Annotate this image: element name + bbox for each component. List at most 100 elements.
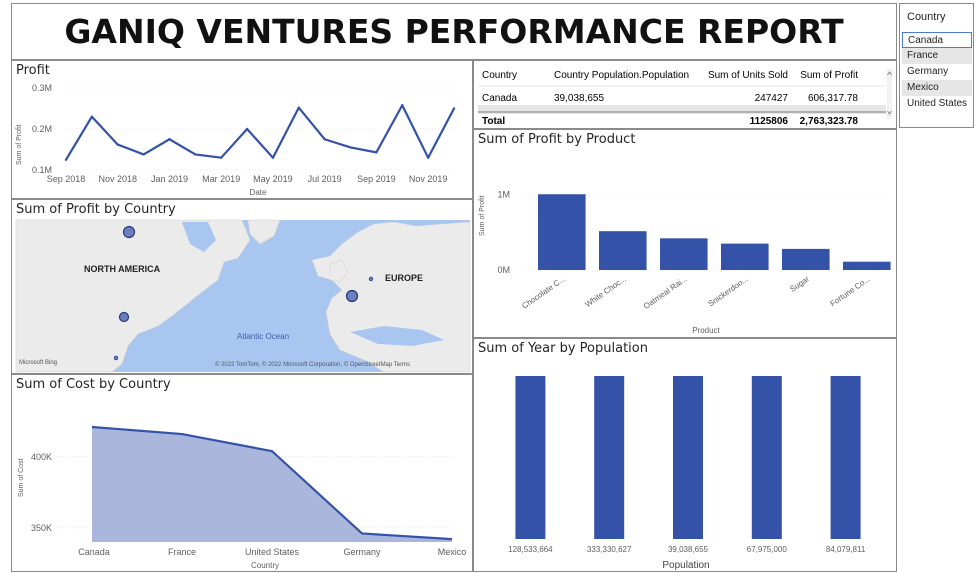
y-tick-label: 350K xyxy=(31,523,52,533)
profit-bubble-united-states[interactable] xyxy=(118,311,130,323)
x-tick-label: Sep 2019 xyxy=(357,174,396,184)
report-title: GANIQ VENTURES PERFORMANCE REPORT xyxy=(64,12,844,51)
product-bar xyxy=(782,248,830,270)
data-point xyxy=(116,143,119,146)
y-tick-label: 1M xyxy=(497,190,510,200)
profit-bubble-germany[interactable] xyxy=(368,276,374,282)
table-total-cell: 1125806 xyxy=(750,116,789,127)
slicer-option[interactable]: Mexico xyxy=(902,80,972,96)
population-bar xyxy=(515,376,546,539)
cost-panel: Sum of Cost by Country Sum of Cost Count… xyxy=(11,374,473,572)
x-tick-label: United States xyxy=(245,547,300,557)
x-tick-label: Jul 2019 xyxy=(308,174,342,184)
y-tick-label: 400K xyxy=(31,452,52,462)
profit-bubble-france[interactable] xyxy=(345,289,359,303)
x-tick-label: Jan 2019 xyxy=(151,174,188,184)
x-tick-label: Canada xyxy=(78,547,110,557)
slicer-list[interactable]: Canada France Germany Mexico United Stat… xyxy=(902,32,972,112)
slicer-option[interactable]: Germany xyxy=(902,64,972,80)
slicer-option[interactable]: France xyxy=(902,48,972,64)
data-point xyxy=(349,146,352,149)
data-point xyxy=(142,153,145,156)
y-tick-label: 0.2M xyxy=(32,124,52,134)
map-panel: Sum of Profit by Country NORTH AMERICA E… xyxy=(11,199,473,374)
x-tick-label: May 2019 xyxy=(253,174,293,184)
table-total-label: Total xyxy=(482,116,505,127)
y-axis-title: Sum of Profit xyxy=(16,124,23,165)
slicer-title: Country xyxy=(907,11,946,23)
column-header[interactable]: Country Population.Population xyxy=(554,70,689,81)
x-axis-title: Date xyxy=(250,188,267,197)
country-slicer[interactable]: Country Canada France Germany Mexico Uni… xyxy=(899,3,974,128)
x-tick-label: White Choc... xyxy=(583,274,627,309)
map-label-ocean: Atlantic Ocean xyxy=(237,332,289,341)
data-point xyxy=(401,104,404,107)
product-bar xyxy=(721,243,769,270)
country-table: Country Country Population.Population Su… xyxy=(478,69,892,127)
x-tick-label: Nov 2018 xyxy=(98,174,137,184)
x-tick-label: Sugar xyxy=(788,274,811,294)
table-cell: Canada xyxy=(482,93,517,104)
year-by-population-chart: Population 128,533,664 333,330,627 39,038,… xyxy=(508,376,866,571)
x-tick-label: Mexico xyxy=(438,547,467,557)
product-bar xyxy=(660,238,708,270)
data-point xyxy=(220,156,223,159)
x-tick-label: 128,533,664 xyxy=(508,545,553,554)
table-total-cell: 2,763,323.78 xyxy=(800,116,859,127)
population-bar xyxy=(751,376,782,539)
profit-bubble-canada[interactable] xyxy=(122,225,136,239)
slicer-option[interactable]: Canada xyxy=(902,32,972,48)
data-point xyxy=(271,156,275,159)
table-cell: 606,317.78 xyxy=(808,93,858,104)
table-cell: 39,038,655 xyxy=(554,93,604,104)
y-axis-title: Sum of Cost xyxy=(18,458,25,497)
x-tick-label: Fortune Co... xyxy=(829,274,872,308)
x-tick-label: Germany xyxy=(343,547,381,557)
product-bar xyxy=(599,231,647,270)
product-bar xyxy=(538,194,586,270)
map-attribution: © 2022 TomTom, © 2022 Microsoft Corporat… xyxy=(215,361,410,368)
data-point xyxy=(297,106,300,109)
data-point xyxy=(64,158,68,161)
population-panel: Sum of Year by Population Population 128… xyxy=(473,338,897,572)
x-tick-label: 67,975,000 xyxy=(747,545,788,554)
population-bar xyxy=(673,376,703,539)
profit-line-chart: Sum of Profit Date 0.1M0.2M0.3MSep 2018 N… xyxy=(16,83,456,197)
x-axis-title: Population xyxy=(662,560,709,571)
x-tick-label: 84,079,811 xyxy=(826,545,866,554)
table-row-bg xyxy=(478,105,886,114)
map-label-europe: EUROPE xyxy=(385,273,423,283)
data-point xyxy=(168,138,171,141)
x-tick-label: Chocolate C... xyxy=(520,274,567,310)
profit-panel: Profit Sum of Profit Date 0.1M 0.2M 0.3M Se… xyxy=(11,60,473,199)
data-point xyxy=(194,153,197,156)
table-cell: 247427 xyxy=(755,93,789,104)
title-panel: GANIQ VENTURES PERFORMANCE REPORT xyxy=(11,3,897,60)
cost-area xyxy=(92,426,452,542)
y-tick-label: 0M xyxy=(497,265,510,275)
y-tick-label: 0.3M xyxy=(32,83,52,93)
x-axis-title: Country xyxy=(251,561,279,570)
map-label-north-america: NORTH AMERICA xyxy=(84,264,161,274)
table-panel: Country Country Population.Population Su… xyxy=(473,60,897,129)
x-tick-label: 39,038,655 xyxy=(668,545,709,554)
x-tick-label: Sep 2018 xyxy=(47,174,86,184)
data-point xyxy=(323,138,326,141)
data-point xyxy=(375,151,378,154)
column-header[interactable]: Sum of Profit xyxy=(800,70,858,81)
column-header[interactable]: Sum of Units Sold xyxy=(708,70,788,81)
x-tick-label: Oatmeal Rai... xyxy=(642,274,689,311)
data-point xyxy=(90,115,94,118)
slicer-option[interactable]: United States xyxy=(902,96,972,112)
profit-line xyxy=(65,104,455,161)
column-header[interactable]: Country xyxy=(482,70,517,81)
x-tick-label: 333,330,627 xyxy=(587,545,632,554)
population-bar xyxy=(830,376,861,539)
profit-bubble-mexico[interactable] xyxy=(113,355,119,361)
profit-by-product-chart: Sum of Profit Product 0M 1M Chocolate C...… xyxy=(479,190,891,335)
population-bar xyxy=(594,376,625,539)
cost-area-chart: Sum of Cost Country 350K 400K Canada France… xyxy=(18,425,467,570)
product-panel: Sum of Profit by Product Sum of Profit P… xyxy=(473,129,897,338)
map-brand: Microsoft Bing xyxy=(19,360,57,366)
profit-map[interactable]: NORTH AMERICA EUROPE Atlantic Ocean Micr… xyxy=(12,200,472,373)
